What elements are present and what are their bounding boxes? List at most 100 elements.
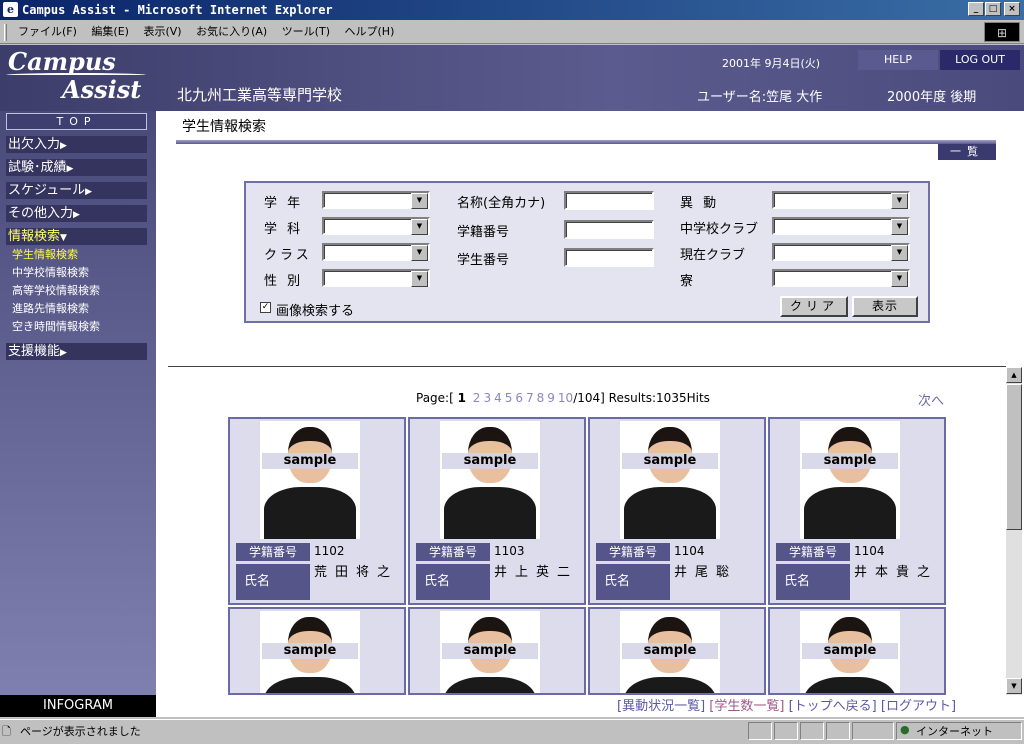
image-search-checkbox[interactable]: ✓ <box>260 302 271 313</box>
page-link[interactable]: 9 <box>547 391 555 405</box>
list-button[interactable]: 一覧 <box>938 144 996 160</box>
student-name-value: 井尾聡 <box>674 565 738 580</box>
transfer-select[interactable] <box>772 191 910 209</box>
sidebar-subitem-free-time-search[interactable]: 空き時間情報検索 <box>12 318 100 336</box>
page-link[interactable]: 5 <box>505 391 513 405</box>
sample-stamp: sample <box>262 453 358 469</box>
logo-line2: Assist <box>62 75 142 104</box>
sidebar-item-support[interactable]: 支援機能▶ <box>6 343 147 360</box>
dorm-label: 寮 <box>680 274 697 289</box>
current-club-label: 現在クラブ <box>680 248 746 263</box>
student-id-value: 1104 <box>854 544 885 558</box>
transfer-status-link[interactable]: [異動状況一覧] <box>617 699 705 714</box>
sidebar-subitem-high-school-search[interactable]: 高等学校情報検索 <box>12 282 100 300</box>
sidebar-item-exams[interactable]: 試験･成績▶ <box>6 159 147 176</box>
sidebar-top-button[interactable]: TOP <box>6 113 147 130</box>
menu-view[interactable]: 表示(V) <box>143 20 181 44</box>
page-link[interactable]: 4 <box>494 391 502 405</box>
help-button[interactable]: HELP <box>858 50 938 70</box>
scroll-thumb[interactable] <box>1006 384 1022 530</box>
class-label: クラス <box>264 248 312 263</box>
student-photo: sample <box>260 421 360 539</box>
page-link[interactable]: 8 <box>537 391 545 405</box>
page-link[interactable]: 10 <box>558 391 573 405</box>
jh-club-select[interactable] <box>772 217 910 235</box>
student-number-label: 学生番号 <box>457 253 510 268</box>
student-number-field[interactable] <box>564 248 654 267</box>
gender-select[interactable] <box>322 269 430 287</box>
sidebar-subitem-student-search[interactable]: 学生情報検索 <box>12 246 78 264</box>
clear-button[interactable]: クリア <box>780 296 848 317</box>
page-link[interactable]: 3 <box>483 391 491 405</box>
page-link[interactable]: 7 <box>526 391 534 405</box>
menubar: ファイル(F) 編集(E) 表示(V) お気に入り(A) ツール(T) ヘルプ(… <box>0 20 1024 44</box>
student-name-label: 氏名 <box>776 564 850 600</box>
student-card[interactable]: sample 学籍番号 1103 氏名 井上英二 <box>408 417 586 605</box>
student-name-label: 氏名 <box>236 564 310 600</box>
scroll-up-arrow-icon[interactable]: ▲ <box>1006 367 1022 383</box>
student-card[interactable]: sample 学籍番号 1102 氏名 荒田将之 <box>228 417 406 605</box>
sidebar-item-info-search[interactable]: 情報検索▼ <box>6 228 147 245</box>
student-card[interactable]: sample <box>768 607 946 695</box>
globe-icon: ● <box>900 723 910 736</box>
sample-stamp: sample <box>262 643 358 659</box>
sidebar-subitem-career-search[interactable]: 進路先情報検索 <box>12 300 89 318</box>
sidebar-subitem-junior-high-search[interactable]: 中学校情報検索 <box>12 264 89 282</box>
current-date: 2001年 9月4日(火) <box>722 57 821 70</box>
kana-name-field[interactable] <box>564 191 654 210</box>
page-link[interactable]: 6 <box>515 391 523 405</box>
zone-text: インターネット <box>916 725 993 738</box>
close-button[interactable]: × <box>1004 2 1020 16</box>
student-id-value: 1103 <box>494 544 525 558</box>
next-page-link[interactable]: 次へ <box>918 390 944 409</box>
sample-stamp: sample <box>622 453 718 469</box>
current-club-select[interactable] <box>772 243 910 261</box>
menu-tools[interactable]: ツール(T) <box>282 20 330 44</box>
department-select[interactable] <box>322 217 430 235</box>
student-id-label: 学籍番号 <box>596 543 670 561</box>
pager-prefix: Page:[ <box>416 391 454 405</box>
academic-term: 2000年度 後期 <box>887 90 977 105</box>
sidebar-item-other-input[interactable]: その他入力▶ <box>6 205 147 222</box>
student-photo: sample <box>800 421 900 539</box>
logout-link[interactable]: [ログアウト] <box>881 699 956 714</box>
sidebar-item-attendance[interactable]: 出欠入力▶ <box>6 136 147 153</box>
sample-stamp: sample <box>802 643 898 659</box>
status-cell <box>852 722 894 740</box>
minimize-button[interactable]: _ <box>968 2 984 16</box>
student-card[interactable]: sample <box>408 607 586 695</box>
scroll-down-arrow-icon[interactable]: ▼ <box>1006 678 1022 694</box>
gender-label: 性 別 <box>264 274 304 289</box>
menu-file[interactable]: ファイル(F) <box>18 20 77 44</box>
student-id-label: 学籍番号 <box>416 543 490 561</box>
school-name: 北九州工業高等専門学校 <box>177 86 343 104</box>
dorm-select[interactable] <box>772 269 910 287</box>
status-text: ページが表示されました <box>20 725 141 738</box>
student-id-field[interactable] <box>564 220 654 239</box>
student-card[interactable]: sample 学籍番号 1104 氏名 井尾聡 <box>588 417 766 605</box>
back-to-top-link[interactable]: [トップへ戻る] <box>789 699 877 714</box>
results-divider <box>168 366 1006 367</box>
grade-select[interactable] <box>322 191 430 209</box>
menu-edit[interactable]: 編集(E) <box>91 20 129 44</box>
student-card[interactable]: sample <box>228 607 406 695</box>
sidebar-item-schedule[interactable]: スケジュール▶ <box>6 182 147 199</box>
menu-favorites[interactable]: お気に入り(A) <box>196 20 267 44</box>
logout-button[interactable]: LOG OUT <box>940 50 1020 70</box>
pager-total: /104] <box>573 391 605 405</box>
menu-help[interactable]: ヘルプ(H) <box>345 20 395 44</box>
student-card[interactable]: sample <box>588 607 766 695</box>
student-count-link[interactable]: [学生数一覧] <box>709 699 784 714</box>
page-link[interactable]: 2 <box>473 391 481 405</box>
student-card[interactable]: sample 学籍番号 1104 氏名 井本貴之 <box>768 417 946 605</box>
status-cell <box>826 722 850 740</box>
results-count: Results:1035Hits <box>608 391 710 405</box>
student-photo: sample <box>620 421 720 539</box>
infogram-logo: INFOGRAM <box>0 695 156 717</box>
show-button[interactable]: 表示 <box>852 296 918 317</box>
page-done-icon: 🗋 <box>2 725 11 738</box>
maximize-button[interactable]: □ <box>985 2 1001 16</box>
sidebar-item-label: 支援機能 <box>8 344 61 359</box>
sample-stamp: sample <box>622 643 718 659</box>
class-select[interactable] <box>322 243 430 261</box>
